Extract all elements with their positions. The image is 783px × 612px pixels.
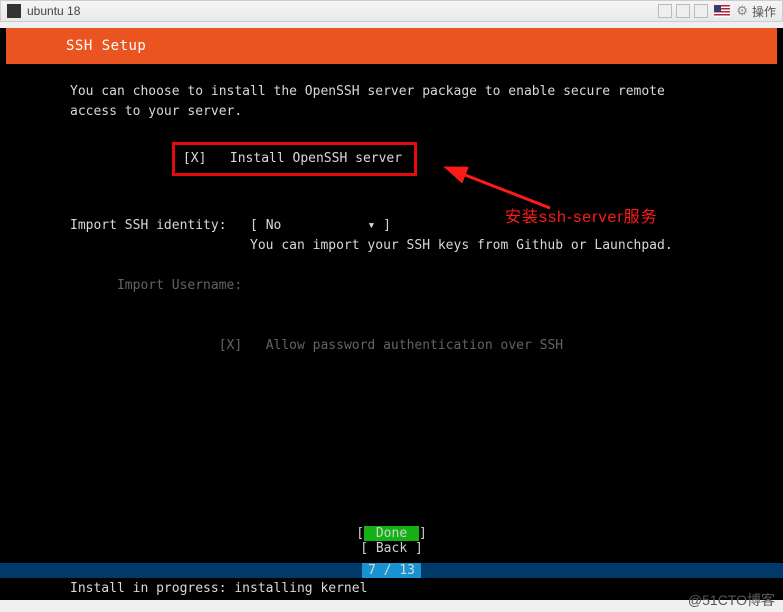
checkbox-label: Install OpenSSH server — [230, 151, 402, 166]
window-titlebar: ubuntu 18 ⚙ 操作 — [0, 0, 783, 22]
intro-line2: access to your server. — [70, 104, 242, 119]
page-title: SSH Setup — [6, 28, 777, 64]
progress-label: 7 / 13 — [0, 563, 783, 578]
identity-hint: You can import your SSH keys from Github… — [250, 238, 673, 253]
watermark: @51CTO博客 — [688, 590, 775, 610]
done-button[interactable]: [ Done ] — [0, 526, 783, 541]
status-line: Install in progress: installing kernel — [70, 581, 367, 596]
password-auth-checkbox: [X] Allow password authentication over S… — [219, 338, 563, 353]
install-openssh-checkbox[interactable]: [X] Install OpenSSH server — [172, 142, 417, 176]
import-username-label: Import Username: — [117, 278, 242, 293]
terminal-screen: SSH Setup You can choose to install the … — [0, 28, 783, 600]
back-button[interactable]: [ Back ] — [0, 541, 783, 556]
chevron-down-icon: ▾ — [367, 218, 375, 233]
identity-dropdown[interactable]: [ No ▾ ] — [250, 218, 391, 233]
gear-icon[interactable]: ⚙ — [736, 3, 748, 19]
intro-line1: You can choose to install the OpenSSH se… — [70, 84, 665, 99]
window-minimize-button[interactable] — [658, 4, 672, 18]
vm-icon — [7, 4, 21, 18]
content-area: You can choose to install the OpenSSH se… — [0, 64, 783, 356]
annotation-text: 安装ssh-server服务 — [505, 203, 658, 227]
window-maximize-button[interactable] — [676, 4, 690, 18]
action-buttons: [ Done ] [ Back ] — [0, 526, 783, 556]
import-identity-label: Import SSH identity: — [70, 218, 227, 233]
window-title: ubuntu 18 — [27, 4, 80, 18]
action-menu[interactable]: 操作 — [752, 3, 776, 20]
window-restore-button[interactable] — [694, 4, 708, 18]
checkbox-mark: [X] — [183, 151, 206, 166]
locale-flag-icon — [714, 5, 730, 17]
